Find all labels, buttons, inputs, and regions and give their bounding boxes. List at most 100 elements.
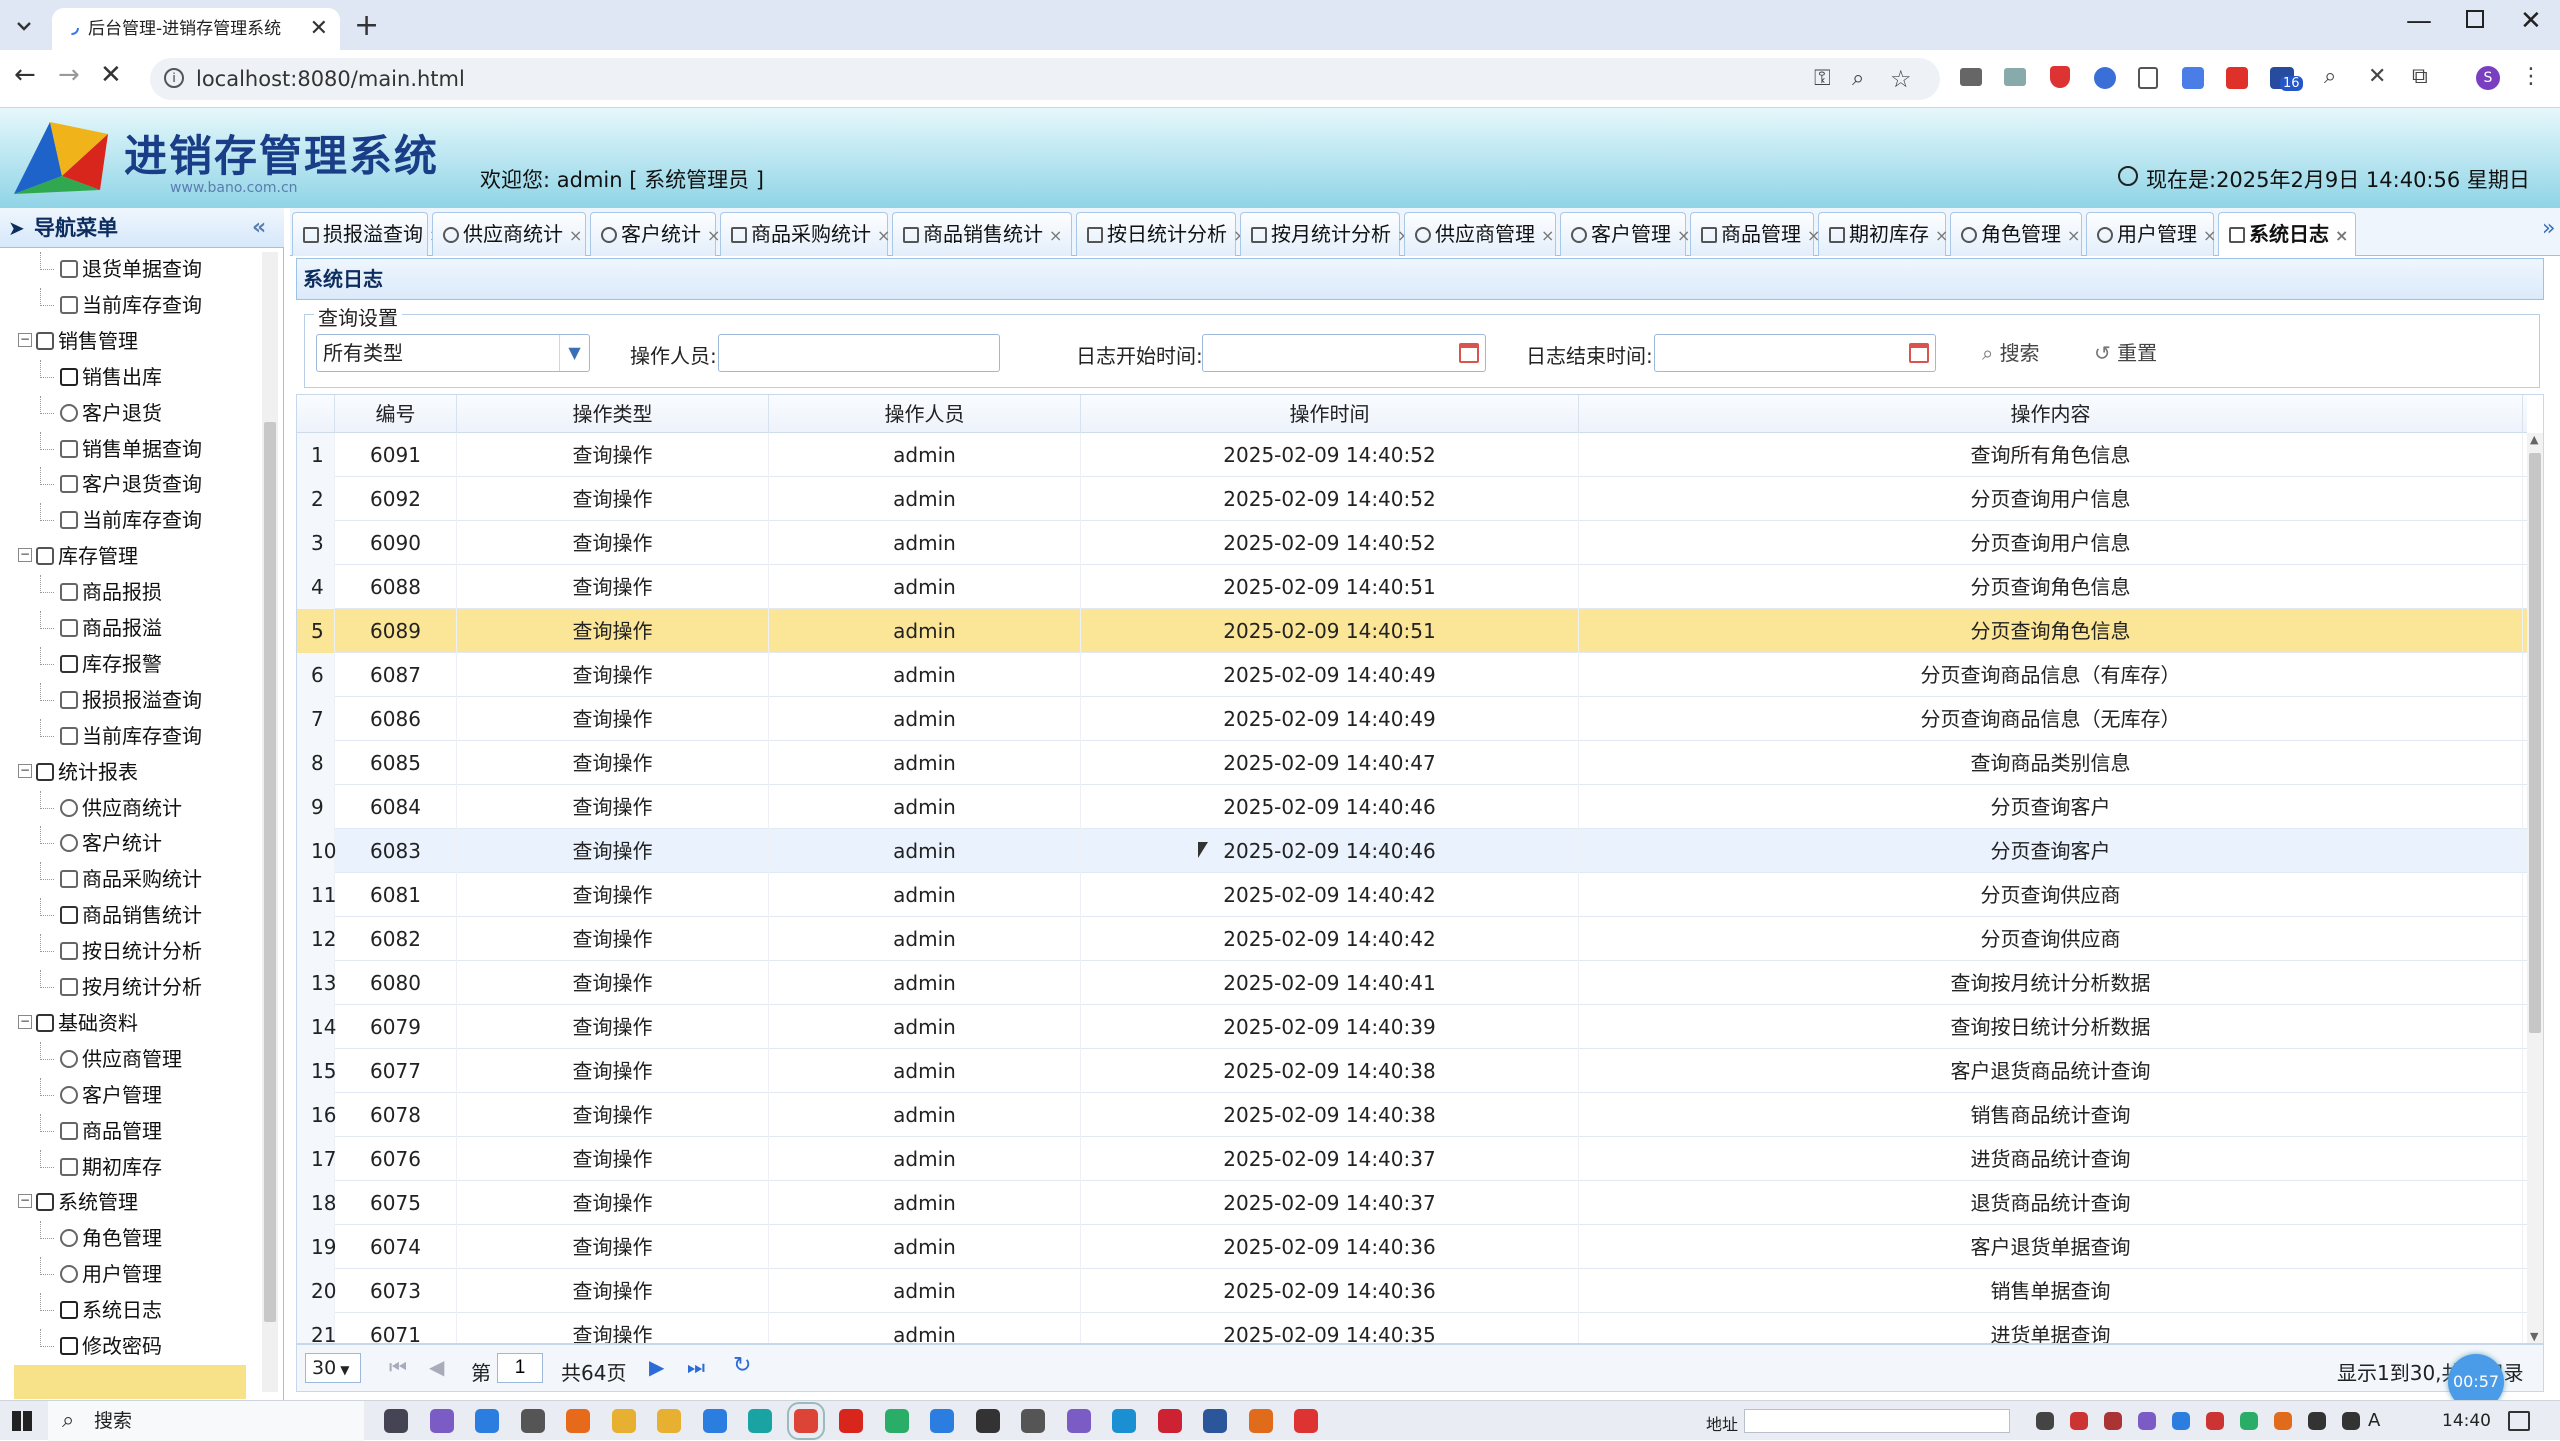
sidebar-item[interactable]: 当前库存查询 <box>40 287 202 322</box>
settings-icon[interactable] <box>520 1409 545 1433</box>
calendar-icon[interactable] <box>1459 343 1479 363</box>
bookmark-star-icon[interactable]: ☆ <box>1890 58 1912 100</box>
pdf-ext-icon[interactable] <box>2226 67 2248 89</box>
search-ext-icon[interactable]: ⌕ <box>2324 64 2336 89</box>
sidebar-item[interactable]: 用户管理 <box>40 1257 162 1291</box>
tree-collapse-icon[interactable]: − <box>18 332 32 347</box>
page-tab[interactable]: 按日统计分析× <box>1076 212 1246 256</box>
app-icon[interactable] <box>1157 1409 1182 1433</box>
page-tab[interactable]: 商品管理 × <box>1690 212 1820 256</box>
search-app-icon[interactable] <box>1248 1409 1273 1433</box>
table-row[interactable]: 2 6092 查询操作 admin 2025-02-09 14:40:52 分页查询用户信… <box>297 477 2527 521</box>
page-tab[interactable]: 供应商管理 × <box>1404 212 1556 256</box>
page-number-input[interactable] <box>497 1353 543 1383</box>
grid-column-header[interactable]: 编号 <box>335 395 457 433</box>
tab-list-chevron-icon[interactable] <box>12 14 36 38</box>
tray-app-icon[interactable] <box>2206 1412 2224 1430</box>
sidebar-item[interactable]: 修改密码 <box>40 1329 162 1363</box>
browser-icon[interactable] <box>930 1409 954 1433</box>
chrome-icon[interactable] <box>786 1402 825 1440</box>
table-row[interactable]: 19 6074 查询操作 admin 2025-02-09 14:40:36 客户退货单据… <box>297 1225 2527 1269</box>
sidebar-scroll-thumb[interactable] <box>264 422 276 1322</box>
sidebar-item[interactable]: 客户退货查询 <box>40 467 202 501</box>
table-row[interactable]: 18 6075 查询操作 admin 2025-02-09 14:40:37 退货商品统计… <box>297 1181 2527 1225</box>
taskbar-search[interactable]: ⌕ 搜索 <box>48 1401 364 1441</box>
table-row[interactable]: 13 6080 查询操作 admin 2025-02-09 14:40:41 查询按月统计… <box>297 961 2527 1005</box>
sidebar-item[interactable]: 退货单据查询 <box>40 252 202 286</box>
camera-ext-icon[interactable] <box>1960 68 1982 86</box>
tabs-scroll-right-icon[interactable]: » <box>2542 216 2555 241</box>
tree-collapse-icon[interactable]: − <box>18 548 32 563</box>
grid-scrollbar[interactable]: ▲ ▼ <box>2527 433 2543 1343</box>
tree-collapse-icon[interactable]: − <box>18 763 32 778</box>
sidebar-item[interactable]: 商品报溢 <box>40 611 162 645</box>
tray-app-icon[interactable] <box>2138 1412 2156 1430</box>
explorer-icon[interactable] <box>611 1409 636 1433</box>
sidebar-item[interactable]: 供应商统计 <box>40 790 182 825</box>
tree-collapse-icon[interactable]: − <box>18 1014 32 1029</box>
grid-scroll-thumb[interactable] <box>2529 453 2541 1033</box>
copy-ext-icon[interactable] <box>2138 67 2158 89</box>
app-icon[interactable] <box>1066 1409 1091 1433</box>
grid-column-header[interactable]: 操作人员 <box>769 395 1081 433</box>
edge-icon[interactable] <box>1112 1409 1136 1433</box>
restore-icon[interactable] <box>2466 10 2484 28</box>
firefox-icon[interactable] <box>566 1409 590 1433</box>
sidebar-item[interactable]: 按月统计分析 <box>40 970 202 1004</box>
page-tab[interactable]: 期初库存 × <box>1818 212 1948 256</box>
table-row[interactable]: 12 6082 查询操作 admin 2025-02-09 14:40:42 分页查询供应… <box>297 917 2527 961</box>
windows-start-icon[interactable] <box>12 1411 32 1431</box>
search-button[interactable]: ⌕ 搜索 <box>1982 336 2040 370</box>
close-tab-icon[interactable]: × <box>1935 226 1948 245</box>
collapse-sidebar-icon[interactable]: « <box>252 208 266 248</box>
page-tab[interactable]: 损报溢查询× <box>292 212 442 256</box>
notification-icon[interactable] <box>2508 1411 2530 1431</box>
chevron-down-icon[interactable]: ▼ <box>559 335 589 371</box>
start-time-input[interactable] <box>1202 334 1486 372</box>
password-key-icon[interactable]: ⚿ <box>1814 58 1831 100</box>
taskbar-address-input[interactable] <box>1744 1409 2010 1433</box>
tray-app-icon[interactable] <box>2070 1412 2088 1430</box>
grid-column-header[interactable]: 操作内容 <box>1579 395 2523 433</box>
new-tab-icon[interactable]: + <box>354 8 379 43</box>
url-input[interactable]: i localhost:8080/main.html ⚿ ⌕ ☆ <box>150 58 1940 100</box>
close-tab-icon[interactable]: × <box>2203 226 2216 245</box>
tray-app-icon[interactable] <box>2104 1412 2122 1430</box>
table-row[interactable]: 21 6071 查询操作 admin 2025-02-09 14:40:35 进货单据查询 <box>297 1313 2527 1343</box>
table-row[interactable]: 3 6090 查询操作 admin 2025-02-09 14:40:52 分页查询用户信… <box>297 521 2527 565</box>
sidebar-item[interactable]: 客户退货 <box>40 395 162 430</box>
page-tab[interactable]: 按月统计分析× <box>1240 212 1410 256</box>
page-tab[interactable]: 用户管理 × <box>2086 212 2216 256</box>
table-row[interactable]: 20 6073 查询操作 admin 2025-02-09 14:40:36 销售单据查询 <box>297 1269 2527 1313</box>
page-tab[interactable]: 角色管理 × <box>1950 212 2082 256</box>
sidebar-item[interactable]: 商品销售统计 <box>40 898 202 932</box>
sidebar-item[interactable]: − 系统管理 <box>18 1185 138 1219</box>
end-time-input[interactable] <box>1654 334 1936 372</box>
table-row[interactable]: 16 6078 查询操作 admin 2025-02-09 14:40:38 销售商品统计… <box>297 1093 2527 1137</box>
sidebar-scrollbar[interactable] <box>262 252 278 1392</box>
last-page-icon[interactable]: ⏭ <box>687 1355 705 1379</box>
close-tab-icon[interactable]: × <box>707 226 720 245</box>
sidebar-item[interactable]: 当前库存查询 <box>40 503 202 537</box>
scroll-down-icon[interactable]: ▼ <box>2530 1330 2538 1343</box>
task-view-icon[interactable] <box>384 1409 408 1433</box>
sidebar-item[interactable]: 商品管理 <box>40 1113 162 1148</box>
page-tab[interactable]: 商品采购统计 × <box>720 212 890 256</box>
word-icon[interactable] <box>1203 1409 1227 1433</box>
translate-ext-icon[interactable] <box>2182 67 2204 89</box>
site-info-icon[interactable]: i <box>164 68 184 88</box>
sidebar-item[interactable]: − 销售管理 <box>18 324 138 358</box>
close-tab-icon[interactable]: × <box>877 226 890 245</box>
next-page-icon[interactable]: ▶ <box>649 1355 664 1379</box>
tray-app-icon[interactable] <box>2240 1412 2258 1430</box>
close-tab-icon[interactable]: × <box>1049 226 1062 245</box>
page-tab[interactable]: 系统日志 × <box>2218 212 2356 256</box>
share-ext-icon[interactable] <box>2094 67 2116 89</box>
table-row[interactable]: 4 6088 查询操作 admin 2025-02-09 14:40:51 分页查询角色信… <box>297 565 2527 609</box>
sidebar-item[interactable]: − 基础资料 <box>18 1006 138 1040</box>
forward-icon[interactable]: → <box>58 60 80 90</box>
puzzle-extensions-icon[interactable]: ⧉ <box>2412 64 2428 89</box>
table-row[interactable]: 1 6091 查询操作 admin 2025-02-09 14:40:52 查询所有角色信… <box>297 433 2527 477</box>
table-row[interactable]: 11 6081 查询操作 admin 2025-02-09 14:40:42 分页查询供应… <box>297 873 2527 917</box>
page-tab[interactable]: 客户统计 × <box>590 212 720 256</box>
